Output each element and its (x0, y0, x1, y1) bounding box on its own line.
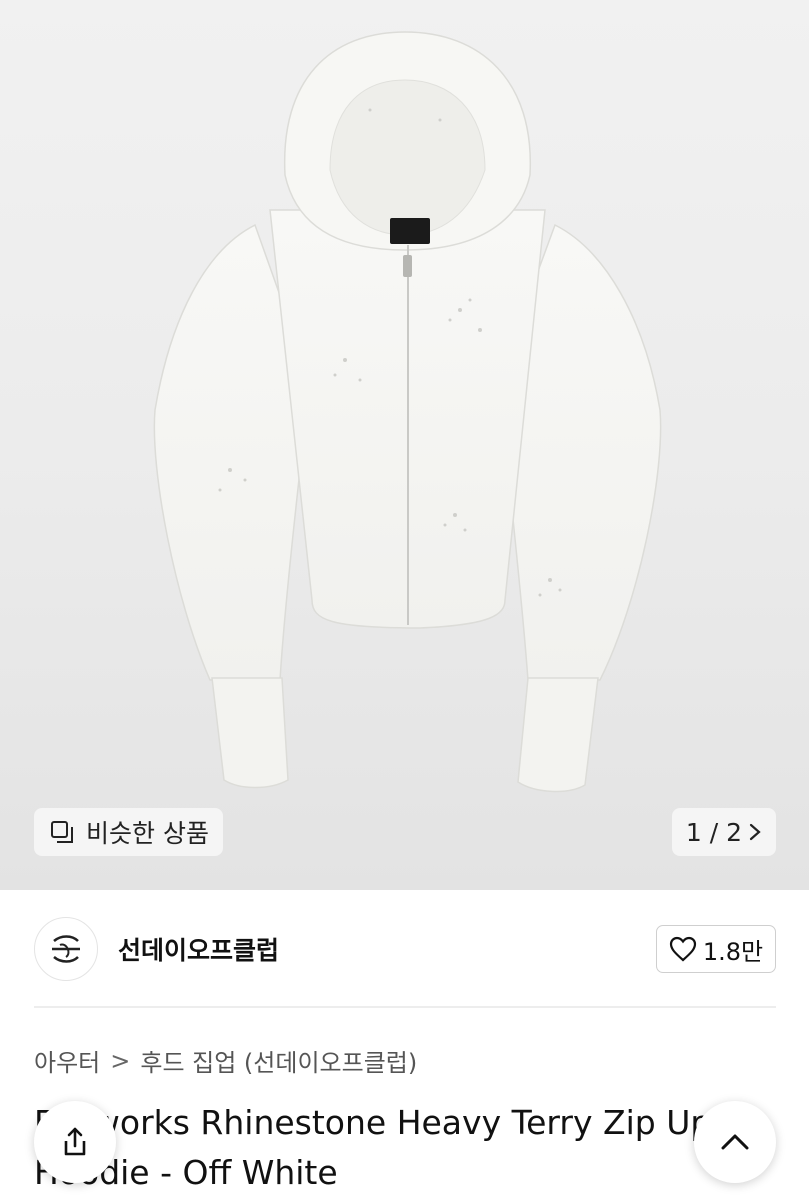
seller-name[interactable]: 선데이오프클럽 (118, 931, 279, 967)
share-button[interactable] (34, 1101, 116, 1183)
similar-products-button[interactable]: 비슷한 상품 (34, 808, 223, 856)
seller-avatar[interactable] (34, 917, 98, 981)
breadcrumb-item-category[interactable]: 아우터 (34, 1043, 100, 1078)
image-counter-button[interactable]: 1 / 2 (672, 808, 776, 856)
chevron-up-icon (721, 1134, 749, 1150)
chevron-right-icon (749, 823, 761, 841)
seller-row[interactable]: 선데이오프클럽 1.8만 (34, 916, 776, 982)
heart-icon (669, 936, 696, 962)
image-counter: 1 / 2 (685, 817, 743, 847)
divider (34, 1006, 776, 1008)
product-image-gallery[interactable]: 비슷한 상품 1 / 2 (0, 0, 809, 890)
similar-icon (51, 821, 73, 843)
product-image-hoodie (153, 31, 662, 793)
product-title: Fireworks Rhinestone Heavy Terry Zip Up … (34, 1103, 712, 1192)
like-count: 1.8만 (702, 937, 764, 966)
breadcrumb-item-subcategory[interactable]: 후드 집업 (선데이오프클럽) (140, 1043, 417, 1078)
share-icon (64, 1127, 86, 1156)
similar-products-label: 비슷한 상품 (86, 819, 209, 848)
scroll-to-top-button[interactable] (694, 1101, 776, 1183)
like-button[interactable]: 1.8만 (656, 925, 776, 973)
seller-logo-icon (52, 935, 80, 963)
breadcrumb: 아우터 > 후드 집업 (선데이오프클럽) (34, 1043, 417, 1078)
breadcrumb-separator-icon: > (110, 1046, 131, 1075)
